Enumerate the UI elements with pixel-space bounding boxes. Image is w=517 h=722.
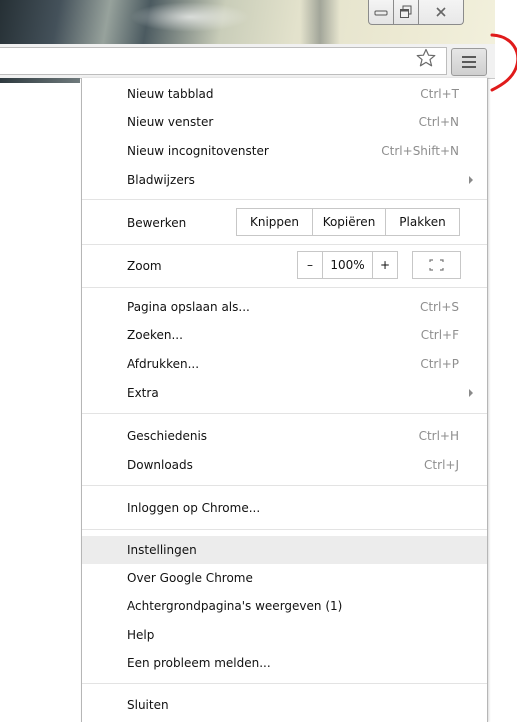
paste-button[interactable]: Plakken xyxy=(385,209,459,235)
menu-separator xyxy=(82,287,487,288)
zoom-label: Zoom xyxy=(127,259,162,273)
menu-item-label: Afdrukken... xyxy=(127,357,200,371)
hamburger-menu-icon-bar xyxy=(462,66,476,68)
bookmark-star-button[interactable] xyxy=(415,48,437,68)
hamburger-menu-icon xyxy=(462,56,476,58)
menu-item-label: Zoeken... xyxy=(127,328,183,342)
menu-item-label: Geschiedenis xyxy=(127,429,208,443)
cut-button[interactable]: Knippen xyxy=(237,209,312,235)
menu-item-shortcut: Ctrl+P xyxy=(420,357,459,371)
menu-item-downloads[interactable]: Downloads Ctrl+J xyxy=(82,451,487,479)
menu-item-label: Bladwijzers xyxy=(127,173,195,187)
browser-toolbar xyxy=(0,44,495,79)
submenu-arrow-icon xyxy=(469,176,473,184)
menu-item-shortcut: Ctrl+T xyxy=(420,87,459,101)
submenu-arrow-icon xyxy=(469,389,473,397)
menu-item-settings[interactable]: Instellingen xyxy=(82,536,487,564)
menu-separator xyxy=(82,529,487,530)
menu-item-shortcut: Ctrl+Shift+N xyxy=(381,144,459,158)
zoom-level-value: 100% xyxy=(322,252,372,278)
page-edge-shadow xyxy=(0,78,80,83)
menu-item-sign-in[interactable]: Inloggen op Chrome... xyxy=(82,494,487,522)
background-highlight xyxy=(130,2,250,32)
zoom-controls: – 100% + xyxy=(297,251,398,279)
close-icon xyxy=(436,7,446,17)
menu-item-new-window[interactable]: Nieuw venster Ctrl+N xyxy=(82,108,487,136)
menu-item-print[interactable]: Afdrukken... Ctrl+P xyxy=(82,350,487,378)
menu-item-shortcut: Ctrl+J xyxy=(424,458,459,472)
chrome-menu-button[interactable] xyxy=(451,48,487,76)
menu-item-label: Help xyxy=(127,628,155,642)
menu-item-label: Downloads xyxy=(127,458,193,472)
menu-separator xyxy=(82,199,487,200)
red-annotation-circle xyxy=(490,33,517,92)
menu-item-shortcut: Ctrl+H xyxy=(418,429,459,443)
zoom-in-button[interactable]: + xyxy=(372,252,397,278)
window-controls xyxy=(368,0,484,26)
chrome-main-menu: Nieuw tabblad Ctrl+T Nieuw venster Ctrl+… xyxy=(81,78,488,722)
edit-button-group: Knippen Kopiëren Plakken xyxy=(236,208,460,236)
menu-item-label: Nieuw incognitovenster xyxy=(127,144,269,158)
menu-item-help[interactable]: Help xyxy=(82,621,487,649)
menu-separator xyxy=(82,485,487,486)
menu-item-label: Nieuw venster xyxy=(127,115,214,129)
menu-item-label: Nieuw tabblad xyxy=(127,87,214,101)
background-streak xyxy=(300,0,340,44)
menu-item-new-incognito-window[interactable]: Nieuw incognitovenster Ctrl+Shift+N xyxy=(82,137,487,165)
edit-label: Bewerken xyxy=(127,216,187,230)
menu-item-exit[interactable]: Sluiten xyxy=(82,691,487,719)
menu-item-bookmarks[interactable]: Bladwijzers xyxy=(82,166,487,194)
menu-item-find[interactable]: Zoeken... Ctrl+F xyxy=(82,321,487,349)
copy-button[interactable]: Kopiëren xyxy=(312,209,385,235)
minimize-button[interactable] xyxy=(368,0,394,25)
menu-item-label: Over Google Chrome xyxy=(127,571,253,585)
menu-item-about-chrome[interactable]: Over Google Chrome xyxy=(82,564,487,592)
menu-item-shortcut: Ctrl+F xyxy=(420,328,459,342)
menu-item-more-tools[interactable]: Extra xyxy=(82,379,487,407)
close-button[interactable] xyxy=(419,0,464,25)
menu-item-report-issue[interactable]: Een probleem melden... xyxy=(82,649,487,677)
menu-item-background-pages[interactable]: Achtergrondpagina's weergeven (1) xyxy=(82,592,487,620)
minimize-icon xyxy=(374,10,388,16)
menu-item-shortcut: Ctrl+S xyxy=(419,300,459,314)
menu-item-label: Sluiten xyxy=(127,698,169,712)
fullscreen-icon xyxy=(429,259,444,271)
menu-item-label: Pagina opslaan als... xyxy=(127,300,250,314)
menu-item-label: Instellingen xyxy=(127,543,197,557)
menu-item-label: Achtergrondpagina's weergeven (1) xyxy=(127,599,343,613)
menu-item-shortcut: Ctrl+N xyxy=(418,115,459,129)
menu-item-label: Een probleem melden... xyxy=(127,656,271,670)
menu-item-history[interactable]: Geschiedenis Ctrl+H xyxy=(82,422,487,450)
star-icon xyxy=(416,48,436,67)
address-bar[interactable] xyxy=(0,47,447,75)
zoom-out-button[interactable]: – xyxy=(298,252,322,278)
fullscreen-button[interactable] xyxy=(412,251,461,279)
menu-item-label: Inloggen op Chrome... xyxy=(127,501,261,515)
menu-item-new-tab[interactable]: Nieuw tabblad Ctrl+T xyxy=(82,80,487,108)
menu-separator xyxy=(82,413,487,414)
menu-separator xyxy=(82,683,487,684)
menu-item-label: Extra xyxy=(127,386,159,400)
menu-separator xyxy=(82,244,487,245)
restore-icon xyxy=(400,5,412,18)
hamburger-menu-icon-bar xyxy=(462,61,476,63)
menu-item-save-page-as[interactable]: Pagina opslaan als... Ctrl+S xyxy=(82,293,487,321)
restore-button[interactable] xyxy=(394,0,419,25)
